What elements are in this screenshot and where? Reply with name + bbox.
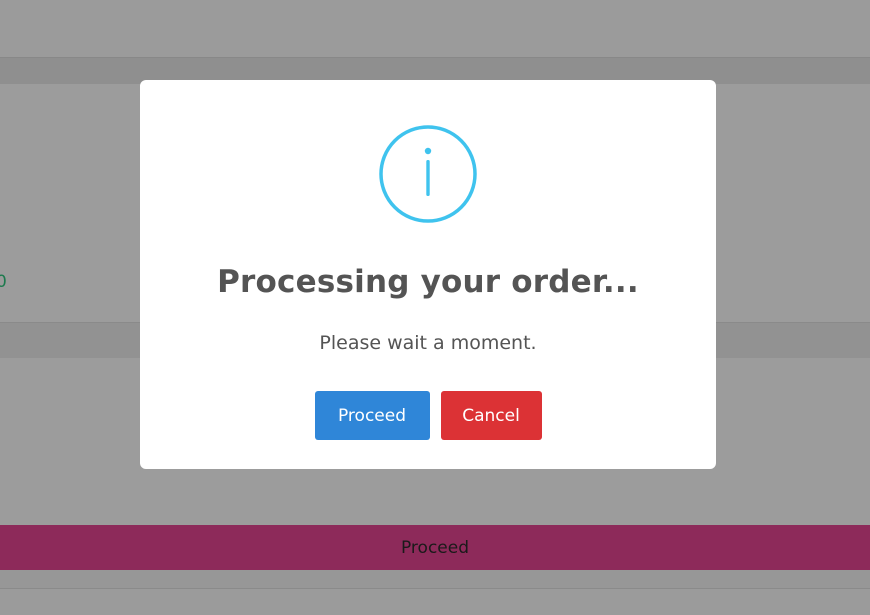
page-footer	[0, 588, 870, 615]
page: 0 Proceed Processing your order... Pleas…	[0, 0, 870, 615]
dialog-title: Processing your order...	[217, 264, 639, 300]
dialog-message: Please wait a moment.	[319, 332, 537, 354]
proceed-button[interactable]: Proceed	[314, 391, 430, 440]
cancel-button[interactable]: Cancel	[440, 391, 542, 440]
processing-dialog: Processing your order... Please wait a m…	[140, 80, 716, 469]
info-icon	[378, 124, 478, 224]
background-proceed-button[interactable]: Proceed	[0, 525, 870, 570]
dialog-actions: Proceed Cancel	[140, 391, 716, 440]
order-total-value: 0	[0, 272, 7, 292]
page-divider	[0, 570, 870, 588]
page-header	[0, 0, 870, 57]
